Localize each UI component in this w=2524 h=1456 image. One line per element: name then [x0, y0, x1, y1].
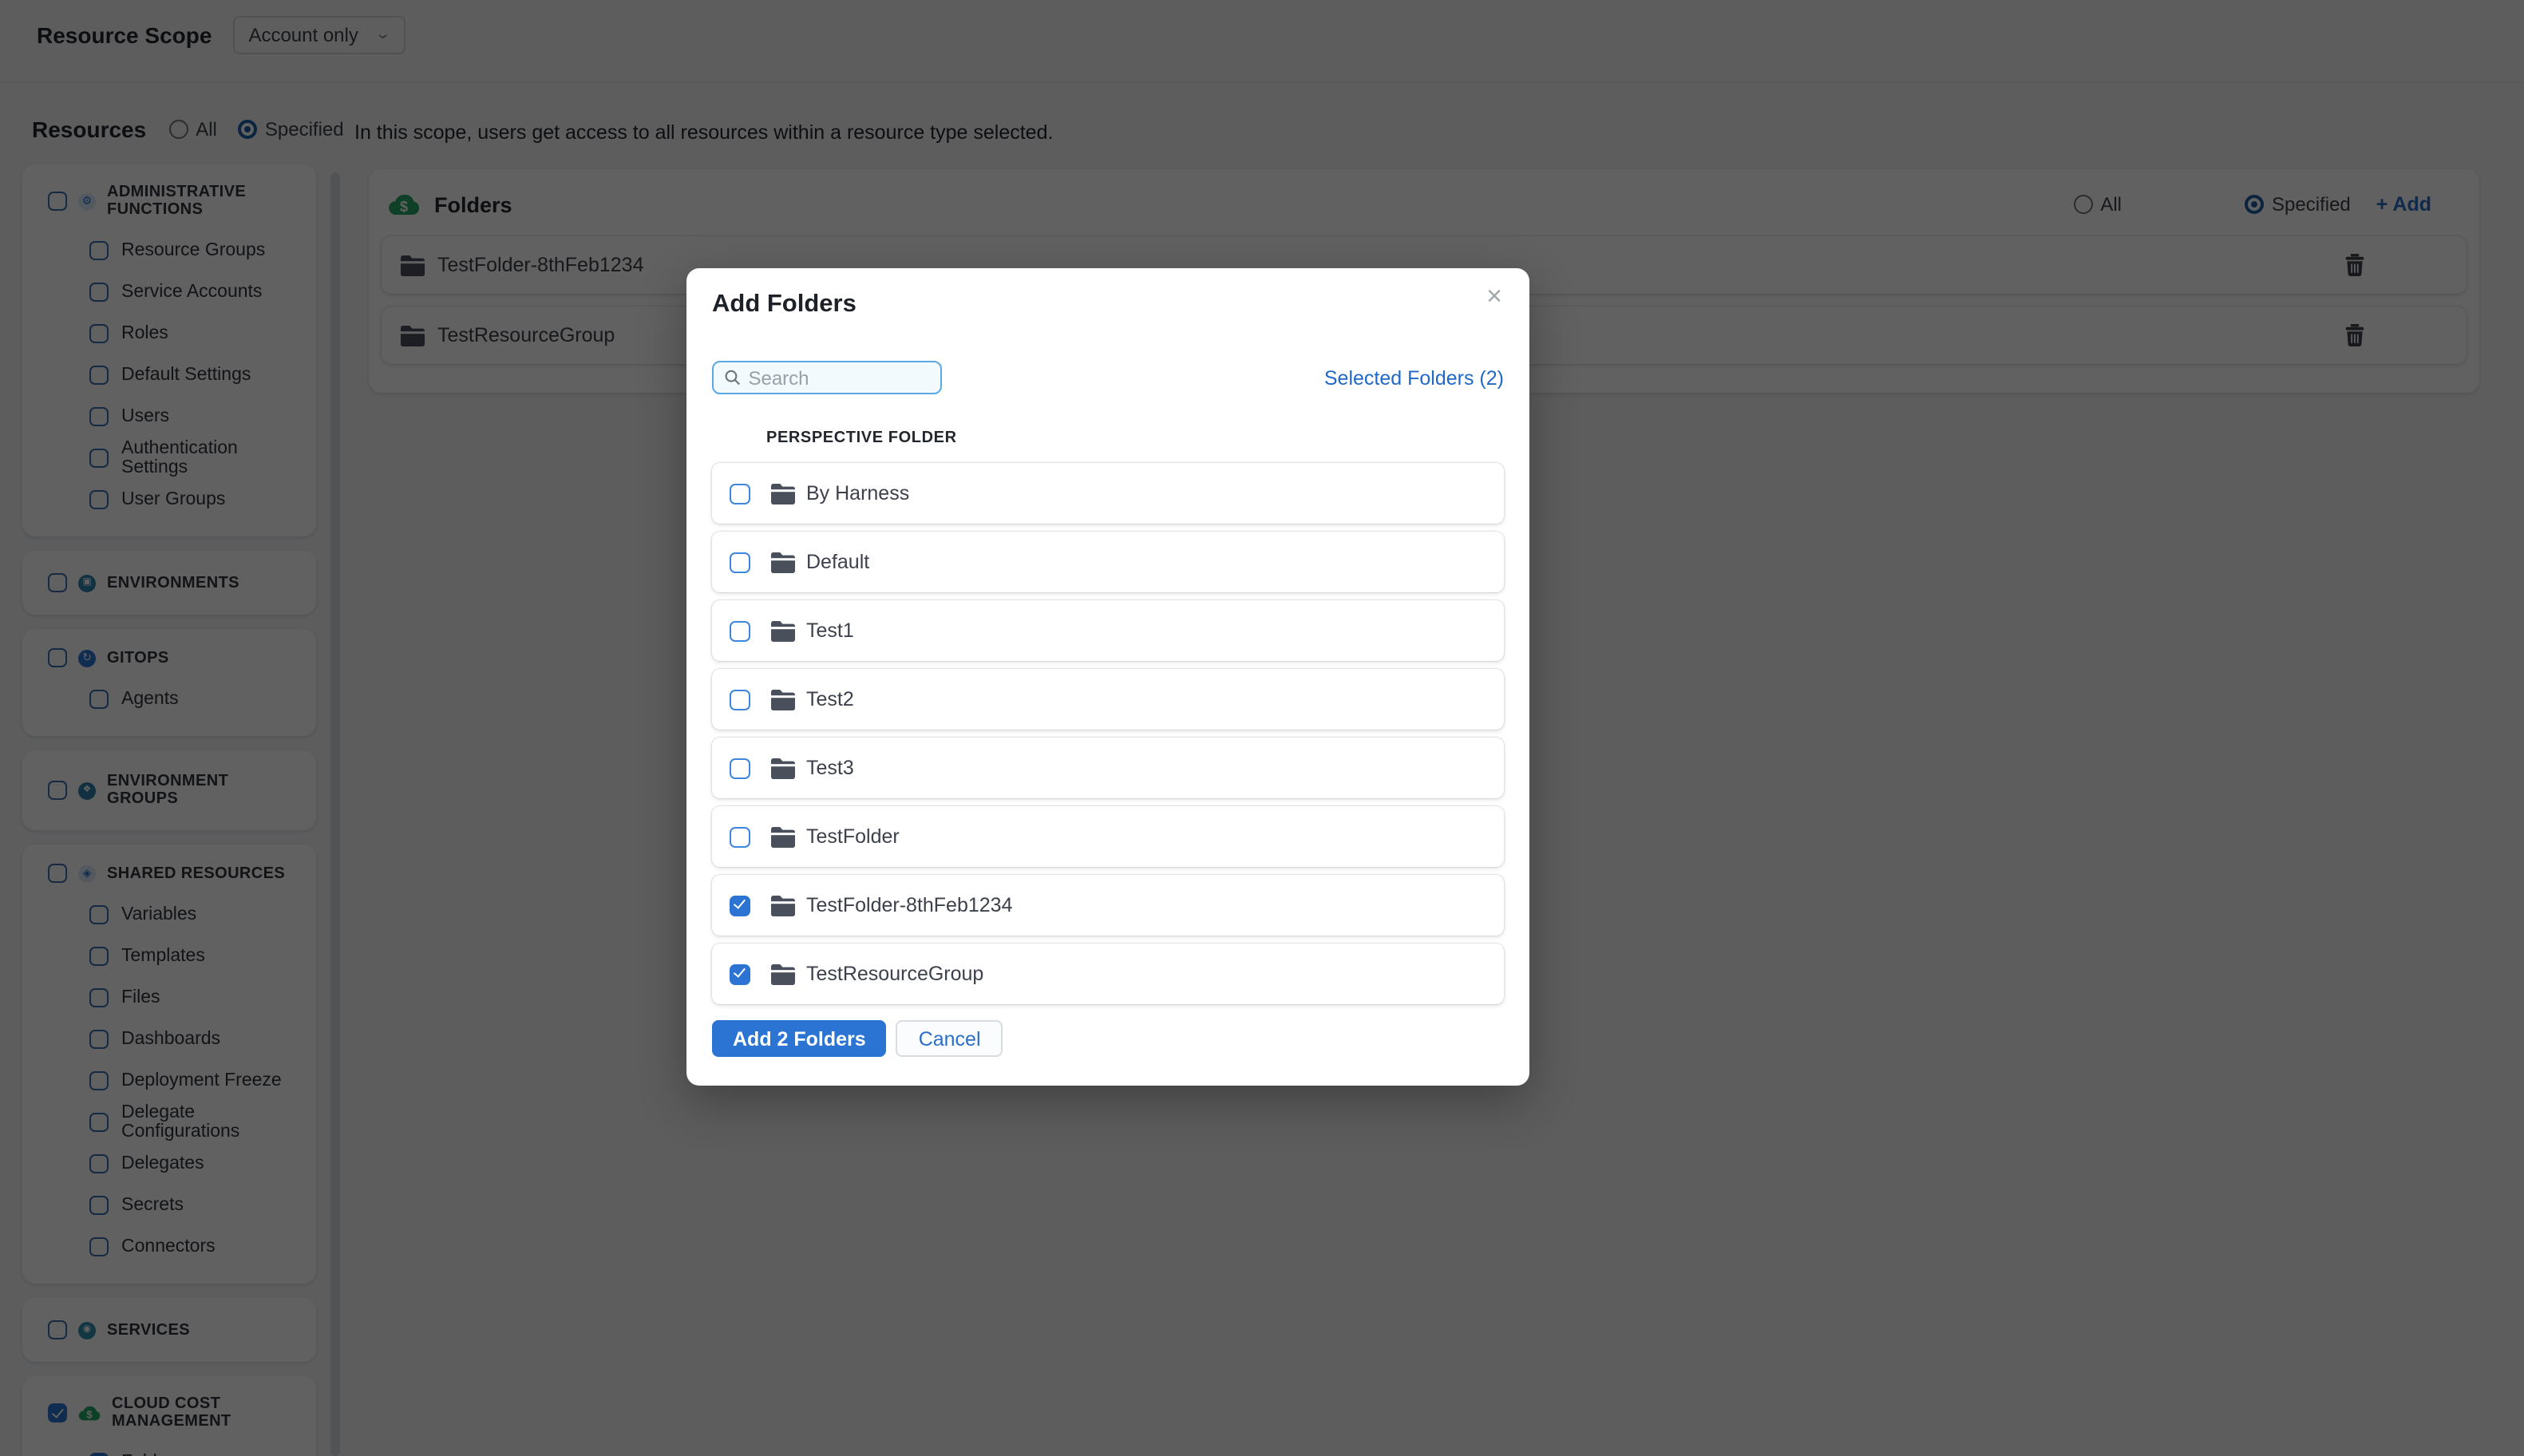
folder-icon	[771, 620, 795, 641]
folder-option-testresourcegroup[interactable]: TestResourceGroup	[712, 944, 1504, 1004]
checkbox-checked[interactable]	[730, 963, 750, 984]
add-folders-modal: Add Folders × Selected Folders (2) PERSP…	[686, 268, 1529, 1086]
folder-option-label: TestFolder	[806, 825, 900, 848]
folder-option-label: Test2	[806, 688, 854, 710]
folder-option-test1[interactable]: Test1	[712, 600, 1504, 661]
folder-option-label: TestResourceGroup	[806, 963, 984, 985]
folder-option-testfolder[interactable]: TestFolder	[712, 806, 1504, 867]
search-icon	[725, 370, 740, 386]
checkbox[interactable]	[730, 689, 750, 710]
checkbox-checked[interactable]	[730, 895, 750, 916]
folder-icon	[771, 963, 795, 984]
folder-icon	[771, 758, 795, 778]
checkbox[interactable]	[730, 826, 750, 847]
search-input[interactable]	[748, 366, 929, 389]
folder-option-by-harness[interactable]: By Harness	[712, 463, 1504, 524]
folder-option-label: By Harness	[806, 482, 910, 504]
folder-option-label: Test3	[806, 757, 854, 779]
search-box[interactable]	[712, 361, 942, 394]
folder-icon	[771, 895, 795, 916]
folder-icon	[771, 483, 795, 504]
modal-actions: Add 2 Folders Cancel	[712, 1020, 1504, 1057]
checkbox[interactable]	[730, 758, 750, 778]
folder-option-default[interactable]: Default	[712, 532, 1504, 592]
selected-folders-link[interactable]: Selected Folders (2)	[1324, 366, 1504, 389]
folder-icon	[771, 826, 795, 847]
folder-option-test2[interactable]: Test2	[712, 669, 1504, 730]
close-icon[interactable]: ×	[1478, 281, 1510, 313]
folder-icon	[771, 689, 795, 710]
checkbox[interactable]	[730, 552, 750, 572]
folder-option-test3[interactable]: Test3	[712, 738, 1504, 798]
folder-option-label: Test1	[806, 619, 854, 642]
add-folders-button[interactable]: Add 2 Folders	[712, 1020, 887, 1057]
folder-icon	[771, 552, 795, 572]
checkbox[interactable]	[730, 483, 750, 504]
perspective-folder-column-header: PERSPECTIVE FOLDER	[766, 429, 957, 447]
page: Resource Scope Account only ⌄ Resources …	[0, 0, 2524, 1456]
perspective-folder-list: By Harness Default Test1 Test2 Test3 Tes…	[712, 463, 1504, 1004]
modal-title: Add Folders	[712, 291, 856, 318]
folder-option-testfolder-8thfeb1234[interactable]: TestFolder-8thFeb1234	[712, 875, 1504, 936]
cancel-button[interactable]: Cancel	[896, 1020, 1003, 1057]
folder-option-label: TestFolder-8thFeb1234	[806, 894, 1013, 916]
modal-search-row: Selected Folders (2)	[712, 361, 1504, 394]
checkbox[interactable]	[730, 620, 750, 641]
folder-option-label: Default	[806, 551, 870, 573]
